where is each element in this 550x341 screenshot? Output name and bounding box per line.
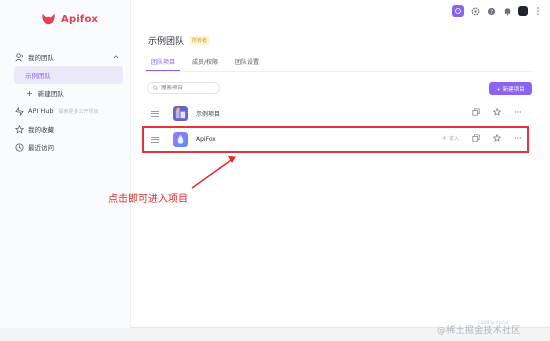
sidebar-item-my-teams[interactable]: 我的团队 [0, 48, 131, 66]
drag-handle-icon[interactable] [151, 110, 160, 117]
project-row[interactable]: 示例项目 [145, 104, 530, 123]
sidebar-item-label: 最近访问 [28, 144, 54, 152]
sidebar-item-example-team[interactable]: 示例团队 [14, 66, 123, 84]
arrow-icon [191, 156, 236, 189]
chevron-up-icon[interactable] [113, 54, 119, 60]
star-icon [15, 124, 24, 134]
app-logo[interactable]: Apifox [41, 12, 98, 26]
clock-icon [15, 142, 24, 152]
team-header: 示例团队 所有者 [148, 34, 211, 47]
watermark: @稀土掘金技术社区 [437, 326, 521, 336]
api-hub-icon [15, 106, 24, 116]
team-tabs: 团队项目 成员/权限 团队设置 [146, 58, 532, 72]
tab-team-projects[interactable]: 团队项目 [146, 58, 181, 71]
annotation-text: 点击即可进入项目 [108, 194, 188, 205]
row-actions [472, 108, 522, 116]
apifox-logo-icon [42, 13, 55, 25]
highlight-box [142, 126, 529, 153]
more-icon[interactable] [514, 108, 522, 116]
project-search[interactable] [147, 82, 220, 94]
tab-team-settings[interactable]: 团队设置 [230, 58, 264, 71]
sidebar-item-label: 示例团队 [25, 72, 51, 80]
sidebar-item-new-team[interactable]: + 新建团队 [0, 84, 131, 102]
role-badge: 所有者 [189, 36, 211, 45]
sidebar-item-recent[interactable]: 最近访问 [0, 138, 131, 156]
sidebar-item-label: API Hub [28, 107, 54, 115]
sidebar-item-favorites[interactable]: 我的收藏 [0, 120, 131, 138]
project-icon [173, 106, 188, 121]
api-hub-hint: 探索更多公开项目 [58, 108, 99, 115]
team-icon [15, 52, 24, 62]
tab-members-permissions[interactable]: 成员/权限 [187, 58, 223, 71]
star-icon[interactable] [493, 108, 501, 116]
sidebar-item-api-hub[interactable]: API Hub 探索更多公开项目 [0, 102, 131, 120]
project-name: 示例项目 [196, 111, 221, 118]
plus-icon: + [26, 88, 33, 98]
search-icon [153, 85, 158, 91]
sidebar-item-label: 新建团队 [37, 90, 64, 98]
sidebar-nav: 我的团队 示例团队 + 新建团队 API Hub 探索更多公开项目 我的收藏 最… [0, 48, 131, 156]
app-name: Apifox [61, 13, 99, 25]
copy-icon[interactable] [472, 108, 480, 116]
sidebar: Apifox 我的团队 示例团队 + 新建团队 API Hub 探索更多公开项目… [0, 0, 131, 328]
new-project-button[interactable]: + 新建项目 [489, 82, 532, 95]
app-window: Apifox 我的团队 示例团队 + 新建团队 API Hub 探索更多公开项目… [0, 0, 550, 328]
search-input[interactable] [161, 85, 219, 91]
page-title: 示例团队 [148, 37, 185, 47]
sidebar-item-label: 我的团队 [28, 54, 54, 62]
sidebar-item-label: 我的收藏 [28, 126, 54, 134]
